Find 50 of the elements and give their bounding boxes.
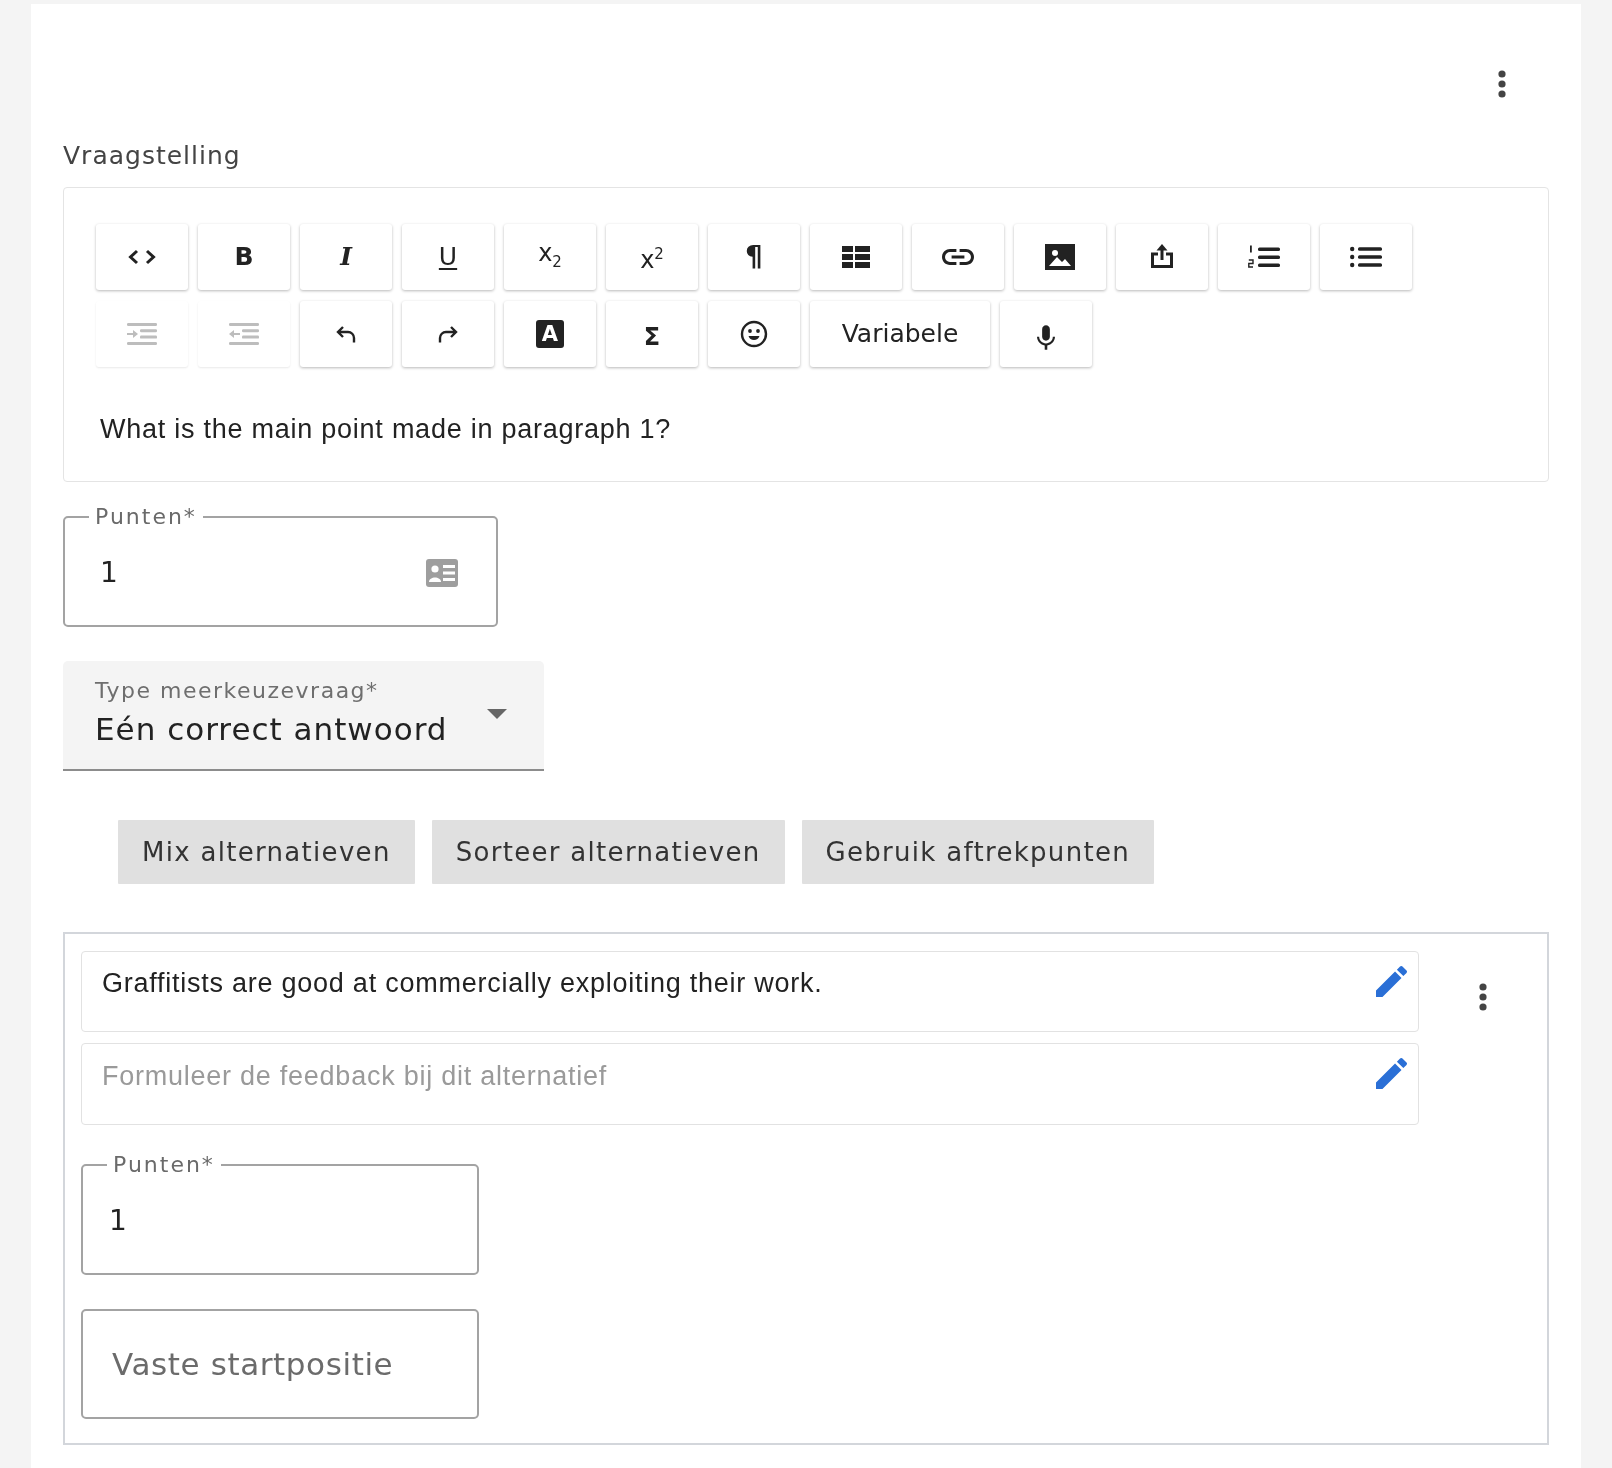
bulleted-list-icon [1350, 246, 1382, 268]
points-label: Punten* [112, 1153, 216, 1177]
undo-icon [335, 324, 357, 344]
code-icon [127, 249, 157, 265]
underline-button[interactable]: U [402, 224, 494, 290]
sort-options-button[interactable]: Sorteer alternatieven [431, 820, 785, 884]
more-options-icon[interactable] [1498, 70, 1506, 98]
image-button[interactable] [1014, 224, 1106, 290]
numbered-list-button[interactable] [1218, 224, 1310, 290]
contact-card-icon [426, 559, 458, 587]
text-color-button[interactable]: A [504, 301, 596, 367]
outdent-icon [229, 323, 259, 345]
feedback-field[interactable]: Formuleer de feedback bij dit alternatief [81, 1043, 1419, 1125]
paragraph-button[interactable]: ¶ [708, 224, 800, 290]
answer-field[interactable]: Graffitists are good at commercially exploiting their work. [81, 951, 1419, 1032]
table-icon [842, 246, 870, 268]
deduction-points-button[interactable]: Gebruik aftrekpunten [801, 820, 1154, 884]
pencil-icon[interactable] [1376, 1058, 1407, 1089]
formula-button[interactable]: Σ [606, 301, 698, 367]
smiley-icon [740, 320, 768, 348]
variable-button[interactable]: Variabele [810, 301, 990, 367]
table-button[interactable] [810, 224, 902, 290]
image-icon [1045, 244, 1075, 270]
points-field[interactable]: Punten* 1 [81, 1153, 479, 1275]
microphone-icon [1037, 324, 1055, 350]
bulleted-list-button[interactable] [1320, 224, 1412, 290]
points-field[interactable]: Punten* 1 [63, 505, 498, 627]
select-label: Type meerkeuzevraag* [95, 679, 379, 703]
italic-button[interactable]: I [300, 224, 392, 290]
question-text[interactable]: What is the main point made in paragraph 1? [96, 414, 1516, 444]
points-label: Punten* [94, 505, 198, 529]
more-options-icon[interactable] [1479, 983, 1487, 1011]
caret-icon [487, 708, 507, 719]
section-label: Vraagstelling [63, 142, 241, 170]
link-icon [942, 249, 974, 265]
pencil-icon[interactable] [1376, 966, 1407, 997]
redo-icon [437, 324, 459, 344]
bold-button[interactable]: B [198, 224, 290, 290]
shuffle-options-button[interactable]: Mix alternatieven [118, 820, 415, 884]
question-type-select[interactable]: Type meerkeuzevraag* Eén correct antwoord [63, 661, 544, 771]
numbered-list-icon [1248, 245, 1280, 269]
subscript-button[interactable]: x$_{2}$ [504, 224, 596, 290]
start-position-field[interactable]: Vaste startpositie [81, 1309, 479, 1419]
upload-button[interactable] [1116, 224, 1208, 290]
emoji-button[interactable] [708, 301, 800, 367]
link-button[interactable] [912, 224, 1004, 290]
upload-icon [1148, 244, 1176, 270]
superscript-button[interactable]: x$^{2}$ [606, 224, 698, 290]
microphone-button[interactable] [1000, 301, 1092, 367]
indent-icon [127, 323, 157, 345]
